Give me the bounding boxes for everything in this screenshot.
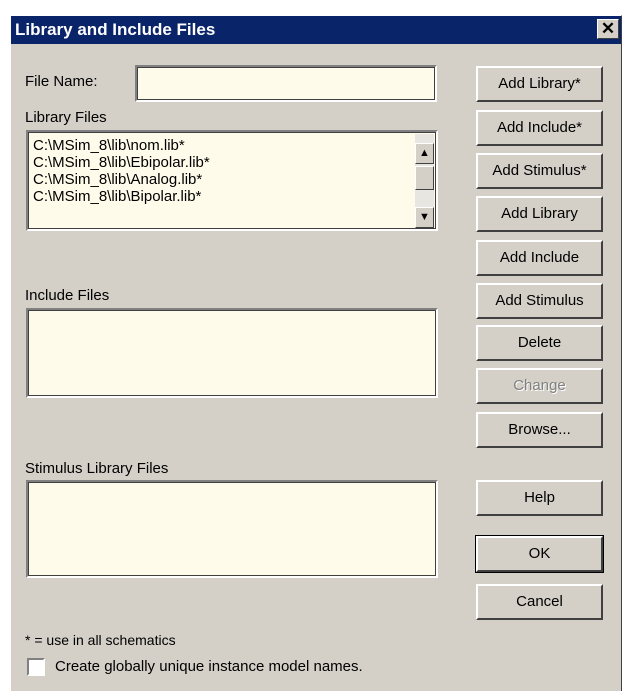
- footnote-text: * = use in all schematics: [25, 632, 176, 648]
- scroll-thumb[interactable]: [415, 166, 434, 190]
- add-library-button[interactable]: Add Library: [476, 196, 603, 232]
- scroll-down-button[interactable]: ▼: [415, 207, 434, 228]
- stimulus-files-list[interactable]: [26, 480, 438, 578]
- unique-names-checkbox[interactable]: [27, 658, 45, 676]
- library-files-label: Library Files: [25, 109, 107, 126]
- library-scrollbar[interactable]: ▲ ▼: [415, 134, 434, 228]
- add-stimulus-button[interactable]: Add Stimulus: [476, 283, 603, 319]
- scroll-up-button[interactable]: ▲: [415, 143, 434, 164]
- browse-button[interactable]: Browse...: [476, 412, 603, 448]
- add-include-global-button[interactable]: Add Include*: [476, 110, 603, 146]
- ok-button[interactable]: OK: [475, 535, 604, 573]
- cancel-button[interactable]: Cancel: [476, 584, 603, 620]
- file-name-input[interactable]: [135, 65, 437, 102]
- change-button[interactable]: Change: [476, 368, 603, 404]
- library-file-item[interactable]: C:\MSim_8\lib\Ebipolar.lib*: [31, 154, 210, 171]
- unique-names-label[interactable]: Create globally unique instance model na…: [55, 658, 363, 675]
- library-file-item[interactable]: C:\MSim_8\lib\Bipolar.lib*: [31, 188, 210, 205]
- help-button[interactable]: Help: [476, 480, 603, 516]
- arrow-up-icon: ▲: [419, 147, 430, 159]
- include-files-label: Include Files: [25, 287, 110, 304]
- file-name-label: File Name:: [25, 73, 98, 90]
- add-stimulus-global-button[interactable]: Add Stimulus*: [476, 153, 603, 189]
- stimulus-files-label: Stimulus Library Files: [25, 460, 169, 477]
- library-file-item[interactable]: C:\MSim_8\lib\Analog.lib*: [31, 171, 210, 188]
- include-files-list[interactable]: [26, 308, 438, 398]
- add-include-button[interactable]: Add Include: [476, 240, 603, 276]
- dialog-title: Library and Include Files: [15, 20, 216, 39]
- library-files-list[interactable]: C:\MSim_8\lib\nom.lib* C:\MSim_8\lib\Ebip…: [26, 130, 438, 231]
- library-files-items: C:\MSim_8\lib\nom.lib* C:\MSim_8\lib\Ebip…: [31, 137, 210, 205]
- title-bar: Library and Include Files ✕: [11, 16, 621, 44]
- library-file-item[interactable]: C:\MSim_8\lib\nom.lib*: [31, 137, 210, 154]
- library-include-dialog: Library and Include Files ✕ File Name: L…: [10, 15, 622, 691]
- close-icon: ✕: [600, 19, 616, 38]
- arrow-down-icon: ▼: [419, 211, 430, 223]
- delete-button[interactable]: Delete: [476, 325, 603, 361]
- add-library-global-button[interactable]: Add Library*: [476, 66, 603, 102]
- close-button[interactable]: ✕: [597, 19, 619, 39]
